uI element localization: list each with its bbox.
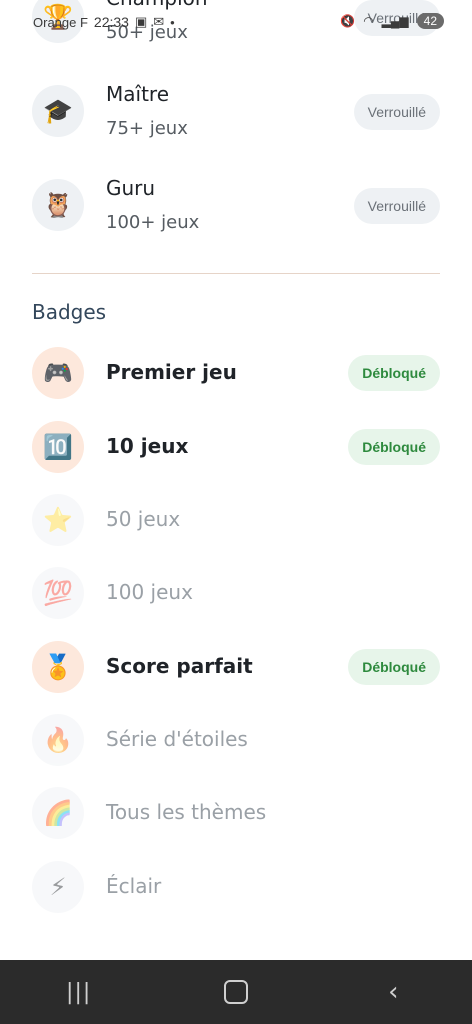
rainbow-icon: 🌈 — [32, 787, 84, 839]
badge-row-premier-jeu[interactable]: 🎮 Premier jeu Débloqué — [0, 336, 472, 410]
badge-row-50-jeux[interactable]: ⭐ 50 jeux — [0, 483, 472, 557]
level-row-guru[interactable]: 🦉 Guru 100+ jeux Verrouillé — [0, 168, 472, 242]
system-nav-bar: ||| ‹ — [0, 960, 472, 1024]
lightning-icon: ⚡ — [32, 861, 84, 913]
level-requirement: 75+ jeux — [106, 118, 188, 139]
mute-icon: 🔇 — [340, 14, 356, 28]
clock: 22:33 — [93, 14, 129, 30]
level-title: Maître — [106, 82, 169, 106]
owl-icon: 🦉 — [32, 179, 84, 231]
level-requirement: 100+ jeux — [106, 212, 200, 233]
level-title: Guru — [106, 176, 156, 200]
badge-status: Débloqué — [348, 429, 440, 465]
star-icon: ⭐ — [32, 494, 84, 546]
badge-row-score-parfait[interactable]: 🏅 Score parfait Débloqué — [0, 630, 472, 704]
status-left: Orange F 22:33 ▣ ✉ • — [33, 14, 175, 30]
badge-label: Tous les thèmes — [106, 800, 267, 824]
home-icon — [223, 980, 248, 1004]
mail-icon: ✉ — [153, 14, 165, 29]
fire-icon: 🔥 — [32, 714, 84, 766]
dot-icon: • — [170, 14, 175, 30]
level-status-badge: Verrouillé — [353, 94, 440, 130]
section-divider — [32, 273, 440, 274]
badges-section-title: Badges — [32, 300, 107, 324]
carrier-label: Orange F — [33, 14, 88, 30]
recent-apps-button[interactable]: ||| — [49, 972, 109, 1012]
level-row-maitre[interactable]: 🎓 Maître 75+ jeux Verrouillé — [0, 74, 472, 148]
badge-label: Série d'étoiles — [106, 727, 248, 751]
status-bar: Orange F 22:33 ▣ ✉ • 🔇 ◠ ▂▄▆ 42 — [0, 0, 472, 44]
badge-label: 50 jeux — [106, 507, 181, 531]
status-right: 🔇 ◠ ▂▄▆ 42 — [340, 13, 444, 29]
badge-row-10-jeux[interactable]: 🔟 10 jeux Débloqué — [0, 410, 472, 484]
signal-icon: ▂▄▆ — [381, 14, 409, 28]
back-button[interactable]: ‹ — [363, 972, 423, 1012]
badge-row-serie-etoiles[interactable]: 🔥 Série d'étoiles — [0, 703, 472, 777]
badge-row-eclair[interactable]: ⚡ Éclair — [0, 850, 472, 924]
home-button[interactable] — [206, 972, 266, 1012]
hundred-points-icon: 💯 — [32, 567, 84, 619]
badge-label: Score parfait — [106, 654, 253, 678]
keycap-ten-icon: 🔟 — [32, 421, 84, 473]
graduation-cap-icon: 🎓 — [32, 85, 84, 137]
badge-row-tous-themes[interactable]: 🌈 Tous les thèmes — [0, 776, 472, 850]
badge-status: Débloqué — [348, 649, 440, 685]
badge-row-100-jeux[interactable]: 💯 100 jeux — [0, 556, 472, 630]
battery-indicator: 42 — [416, 13, 444, 29]
medal-icon: 🏅 — [32, 641, 84, 693]
badge-label: Éclair — [106, 874, 162, 898]
screenshot-icon: ▣ — [134, 14, 148, 29]
level-status-badge: Verrouillé — [353, 188, 440, 224]
wifi-icon: ◠ — [363, 14, 374, 28]
badge-label: Premier jeu — [106, 360, 237, 384]
badge-label: 10 jeux — [106, 434, 189, 458]
game-controller-icon: 🎮 — [32, 347, 84, 399]
badge-label: 100 jeux — [106, 580, 193, 604]
badge-status: Débloqué — [348, 355, 440, 391]
